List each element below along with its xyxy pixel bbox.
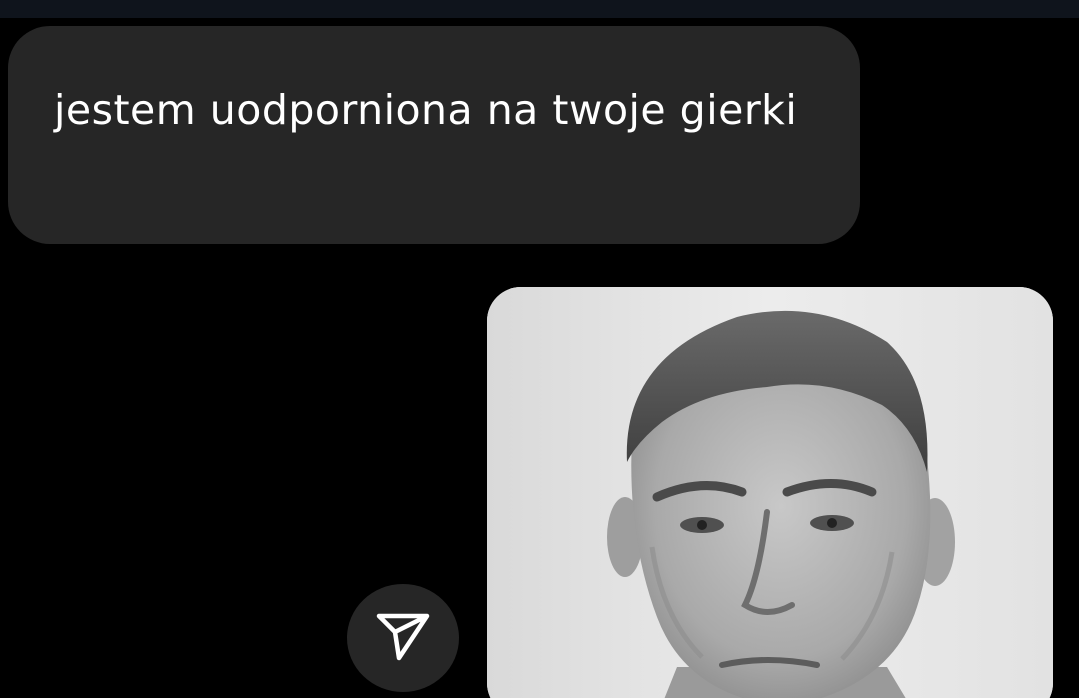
portrait-photo bbox=[487, 287, 1053, 698]
top-bar bbox=[0, 0, 1079, 18]
message-text: jestem uodporniona na twoje gierki bbox=[54, 86, 798, 134]
received-message-bubble[interactable]: jestem uodporniona na twoje gierki bbox=[8, 26, 860, 244]
chat-screen: jestem uodporniona na twoje gierki bbox=[0, 0, 1079, 698]
share-button[interactable] bbox=[347, 584, 459, 692]
paper-plane-icon bbox=[375, 610, 431, 666]
sent-image[interactable] bbox=[487, 287, 1053, 698]
